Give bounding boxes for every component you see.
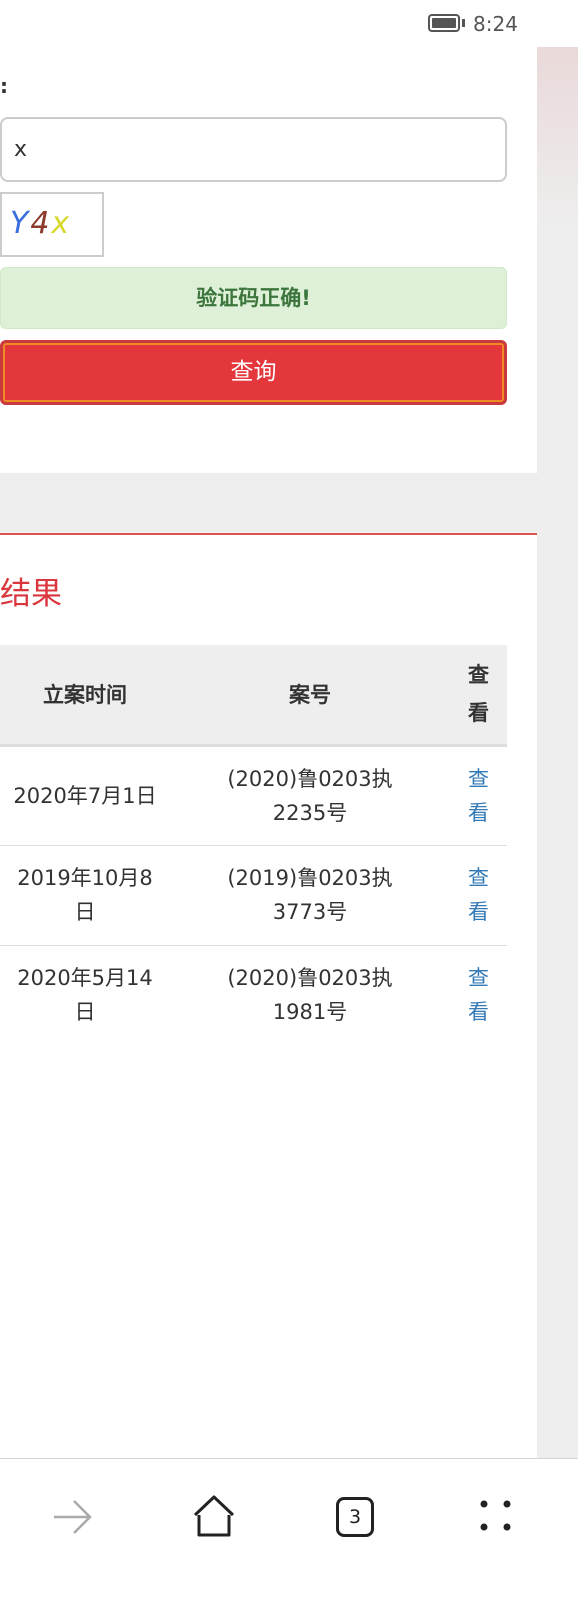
table-row: 2019年10月8日 (2019)鲁0203执3773号 查看 bbox=[0, 844, 507, 945]
view-link[interactable]: 查看 bbox=[465, 961, 493, 1029]
cell-case: (2020)鲁0203执1981号 bbox=[170, 944, 450, 1045]
menu-icon bbox=[480, 1500, 511, 1530]
cell-date: 2019年10月8日 bbox=[0, 844, 170, 945]
captcha-label: : bbox=[0, 74, 8, 98]
table-row: 2020年5月14日 (2020)鲁0203执1981号 查看 bbox=[0, 944, 507, 1045]
header-case: 案号 bbox=[170, 645, 450, 747]
browser-bottom-bar: 3 bbox=[0, 1458, 578, 1600]
success-alert: 验证码正确! bbox=[0, 267, 507, 329]
tabs-icon: 3 bbox=[336, 1496, 374, 1537]
captcha-input[interactable]: x bbox=[0, 117, 507, 182]
captcha-text: Y4x bbox=[10, 206, 71, 241]
tabs-count: 3 bbox=[348, 1505, 362, 1528]
table-header: 立案时间 案号 查看 bbox=[0, 645, 507, 747]
cell-date: 2020年5月14日 bbox=[0, 944, 170, 1045]
view-link[interactable]: 查看 bbox=[465, 861, 493, 929]
battery-tip bbox=[462, 19, 465, 27]
cell-date: 2020年7月1日 bbox=[0, 744, 170, 845]
header-date: 立案时间 bbox=[0, 645, 170, 747]
page-side-margin bbox=[537, 47, 578, 1458]
section-separator bbox=[0, 473, 537, 533]
cell-case: (2019)鲁0203执3773号 bbox=[170, 844, 450, 945]
forward-icon bbox=[54, 1499, 92, 1534]
captcha-image[interactable]: Y4x bbox=[0, 192, 104, 257]
menu-button[interactable] bbox=[457, 1459, 537, 1574]
home-button[interactable] bbox=[174, 1459, 254, 1574]
table-row: 2020年7月1日 (2020)鲁0203执2235号 查看 bbox=[0, 744, 507, 845]
query-button[interactable]: 查询 bbox=[0, 340, 507, 405]
battery-icon bbox=[428, 14, 460, 32]
captcha-char: Y bbox=[10, 206, 31, 241]
divider bbox=[0, 533, 537, 535]
clock: 8:24 bbox=[473, 12, 518, 36]
results-table: 立案时间 案号 查看 2020年7月1日 (2020)鲁0203执2235号 查… bbox=[0, 645, 507, 1045]
home-icon bbox=[193, 1495, 235, 1536]
view-link[interactable]: 查看 bbox=[465, 762, 493, 830]
forward-button[interactable] bbox=[33, 1459, 113, 1574]
captcha-char: 4 bbox=[30, 206, 52, 241]
captcha-char: x bbox=[51, 206, 72, 241]
header-view: 查看 bbox=[468, 663, 489, 726]
cell-case: (2020)鲁0203执2235号 bbox=[170, 744, 450, 845]
tabs-button[interactable]: 3 bbox=[315, 1459, 395, 1574]
results-title: 结果 bbox=[0, 576, 62, 612]
